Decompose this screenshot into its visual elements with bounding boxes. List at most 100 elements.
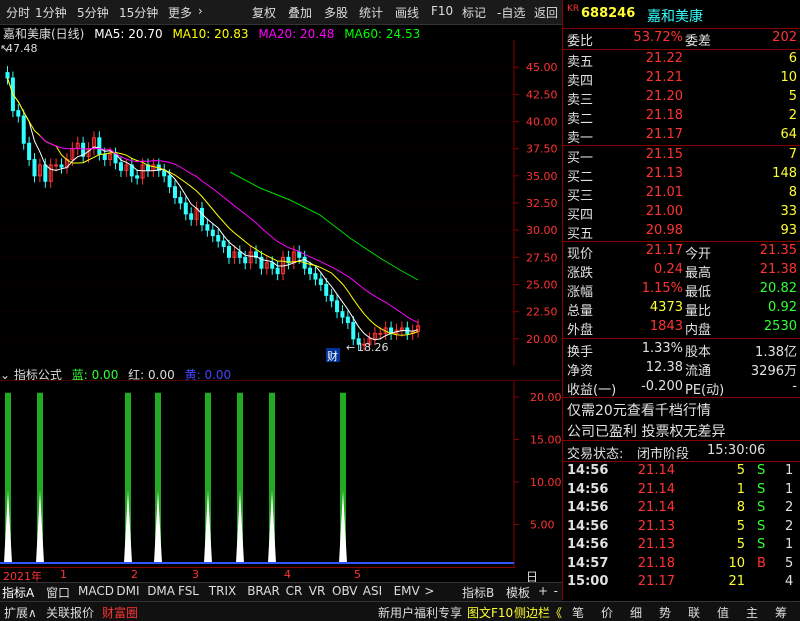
candle-body — [378, 332, 383, 335]
indicator-tab[interactable]: CR — [286, 584, 303, 598]
price-tick-label: 27.50 — [526, 251, 558, 264]
tick-volume: 5 — [736, 537, 745, 552]
kline-chart[interactable]: 45.00 42.50 40.00 37.50 35.00 32.50 30.00 27.50… — [0, 40, 562, 366]
wealth-circle-button[interactable]: 财富圈 — [102, 604, 138, 621]
ma20-label: MA20: 20.48 — [258, 27, 335, 41]
ask-level: 卖五 21.22 6 — [563, 51, 800, 70]
price-axis-ticks: 45.00 42.50 40.00 37.50 35.00 32.50 30.00 27.50… — [514, 61, 558, 346]
indicator-tab[interactable]: ASI — [363, 584, 382, 598]
quote-view-tab[interactable]: 势 — [659, 604, 671, 621]
sidebar-button[interactable]: 侧边栏《 — [514, 604, 562, 621]
indicator-axis-ticks: 20.00 15.00 10.00 5.00 — [514, 391, 562, 532]
indicator-tab[interactable]: OBV — [332, 584, 358, 598]
indicator-tab[interactable]: 指标A — [2, 584, 34, 601]
indicator-tab[interactable]: > — [424, 584, 434, 598]
indicator-tab[interactable]: 窗口 — [46, 584, 70, 601]
indicator-tab[interactable]: - — [554, 584, 558, 598]
candle-body — [27, 142, 32, 161]
indicator-tab[interactable]: EMV — [394, 584, 420, 598]
tick-direction: S — [757, 481, 766, 497]
stat-value: 1.15% — [641, 281, 683, 296]
toolbar-back-button[interactable]: 返回 — [534, 4, 558, 21]
indicator-tab[interactable]: BRAR — [247, 584, 280, 598]
f10-button[interactable]: 图文F10 — [467, 604, 513, 621]
indicator-tab[interactable]: FSL — [178, 584, 199, 598]
date-axis-month: 5 — [354, 568, 361, 581]
ask-level: 卖三 21.20 5 — [563, 89, 800, 108]
candle-body — [345, 316, 350, 324]
toolbar-more-button[interactable]: 更多 — [168, 4, 192, 21]
toolbar-mark-button[interactable]: 标记 — [462, 4, 486, 21]
stats-row: 总量 4373 量比 0.92 — [563, 300, 800, 319]
indicator-tab[interactable]: VR — [309, 584, 326, 598]
quote-view-tab[interactable]: 筹 — [775, 604, 787, 621]
toolbar-restore-rights-button[interactable]: 复权 — [252, 4, 276, 21]
indicator-tab[interactable]: 模板 — [506, 584, 530, 601]
price-tick-label: 22.50 — [526, 306, 558, 319]
candle-body — [275, 267, 280, 275]
tick-volume: 21 — [728, 574, 745, 589]
toolbar-1min-button[interactable]: 1分钟 — [35, 4, 67, 21]
level2-notice[interactable]: 仅需20元查看千档行情 — [563, 400, 800, 419]
chevron-right-icon[interactable]: › — [198, 4, 203, 18]
bid-level: 买一 21.15 7 — [563, 147, 800, 166]
indicator-tab[interactable]: TRIX — [209, 584, 236, 598]
related-quote-button[interactable]: 关联报价 — [46, 604, 94, 621]
bid-level-volume: 7 — [788, 147, 797, 162]
low-price-label: 18.26 — [357, 341, 389, 354]
bid-level-price: 20.98 — [645, 223, 683, 238]
quote-view-tab[interactable]: 价 — [601, 604, 613, 621]
fundamental-label: 净资 — [567, 364, 594, 379]
ask-level-price: 21.17 — [645, 127, 683, 142]
company-notice-text: 公司已盈利 投票权无差异 — [567, 424, 726, 440]
indicator-tab[interactable]: MACD — [78, 584, 114, 598]
fundamental-label: 股本 — [685, 345, 712, 360]
quote-view-tab[interactable]: 联 — [688, 604, 700, 621]
expand-button[interactable]: 扩展∧ — [4, 604, 37, 621]
date-axis-month: 4 — [284, 568, 291, 581]
price-tick-label: 42.50 — [526, 88, 558, 101]
indicator-tab[interactable]: 指标B — [462, 584, 494, 601]
tick-time: 14:56 — [567, 500, 609, 515]
toolbar-remove-favorite-button[interactable]: -自选 — [497, 4, 525, 21]
bid-level: 买二 21.13 148 — [563, 166, 800, 185]
fundamental-value: -0.200 — [641, 379, 683, 394]
toolbar-statistics-button[interactable]: 统计 — [359, 4, 383, 21]
tick-time: 14:56 — [567, 537, 609, 552]
tick-count: 4 — [785, 574, 794, 589]
quote-view-tab[interactable]: 笔 — [572, 604, 584, 621]
indicator-tab[interactable]: + — [538, 584, 548, 598]
ask-level-label: 卖二 — [567, 112, 594, 127]
toolbar-5min-button[interactable]: 5分钟 — [77, 4, 109, 21]
indicator-chart[interactable]: 20.00 15.00 10.00 5.00 — [0, 380, 562, 567]
toolbar-multi-stock-button[interactable]: 多股 — [324, 4, 348, 21]
promo-link[interactable]: 新用户福利专享 — [378, 604, 462, 621]
toolbar-15min-button[interactable]: 15分钟 — [119, 4, 158, 21]
bid-level-label: 买二 — [567, 170, 594, 185]
quote-view-tab[interactable]: 细 — [630, 604, 642, 621]
toolbar-overlay-button[interactable]: 叠加 — [288, 4, 312, 21]
toolbar-intraday-button[interactable]: 分时 — [6, 4, 30, 21]
company-notice: 公司已盈利 投票权无差异 — [563, 421, 800, 440]
indicator-tab[interactable]: DMI — [116, 584, 139, 598]
toolbar-f10-button[interactable]: F10 — [431, 4, 453, 18]
quote-view-tab[interactable]: 主 — [746, 604, 758, 621]
tick-price: 21.14 — [637, 463, 675, 478]
candle-body — [54, 164, 59, 167]
indicator-tab[interactable]: DMA — [147, 584, 175, 598]
stat-value: 0.92 — [768, 300, 797, 315]
tick-count: 1 — [785, 537, 794, 552]
ma5-label: MA5: 20.70 — [94, 27, 163, 41]
candle-body — [335, 300, 340, 313]
candle-body — [297, 251, 302, 258]
price-tick-label: 25.00 — [526, 279, 558, 292]
bid-level-volume: 93 — [780, 223, 797, 238]
toolbar-draw-line-button[interactable]: 画线 — [395, 4, 419, 21]
candle-body — [102, 153, 107, 161]
quote-view-tab[interactable]: 值 — [717, 604, 729, 621]
ask-level-volume: 5 — [788, 89, 797, 104]
candle-body — [183, 202, 188, 215]
stat-label: 涨跌 — [567, 266, 594, 281]
tick-volume: 8 — [736, 500, 745, 515]
tick-direction: B — [757, 555, 766, 571]
